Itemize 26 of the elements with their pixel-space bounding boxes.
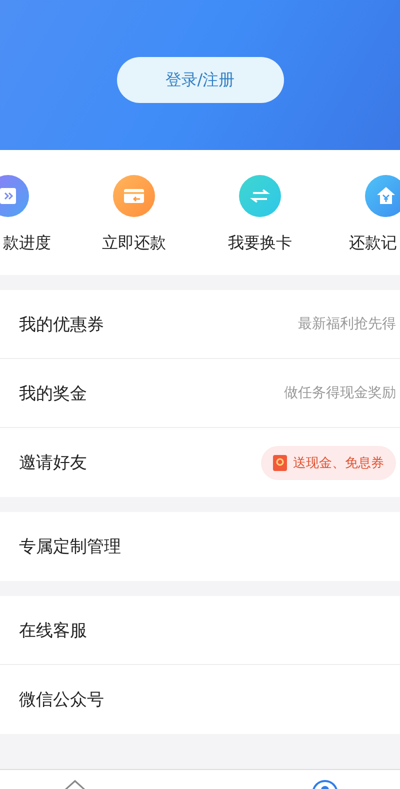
menu-label: 我的优惠券 [19,314,104,336]
menu-hint: 最新福利抢先得 [298,315,396,333]
shortcut-label[interactable]: 立即还款 [71,233,197,254]
menu-label: 微信公众号 [19,689,104,711]
profile-icon[interactable] [311,779,339,789]
card-icon[interactable] [113,175,155,217]
house-icon[interactable] [365,175,400,217]
menu-label: 专属定制管理 [19,536,121,558]
menu-label: 我的奖金 [19,382,87,404]
promo-text: 送现金、免息券 [293,454,384,472]
menu-row[interactable]: 邀请好友 送现金、免息券 [0,428,400,497]
menu-row[interactable]: 在线客服 [0,596,400,665]
shortcut-label[interactable]: 我要换卡 [197,233,323,254]
menu-label: 在线客服 [19,620,87,642]
menu-row[interactable]: 专属定制管理 [0,512,400,581]
shortcut-label[interactable]: 款进度 [0,233,71,254]
menu-label: 邀请好友 [19,452,87,474]
menu-row[interactable]: 我的优惠券 最新福利抢先得 [0,290,400,359]
login-button[interactable]: 登录/注册 [116,57,284,103]
home-icon[interactable] [63,779,87,789]
menu-row[interactable]: 我的奖金 做任务得现金奖励 [0,359,400,428]
envelope-icon [273,454,287,470]
swap-icon[interactable] [239,175,281,217]
shortcut-label[interactable]: 还款记 [323,233,400,254]
menu-row[interactable]: 微信公众号 [0,665,400,734]
menu-hint: 做任务得现金奖励 [284,384,396,402]
